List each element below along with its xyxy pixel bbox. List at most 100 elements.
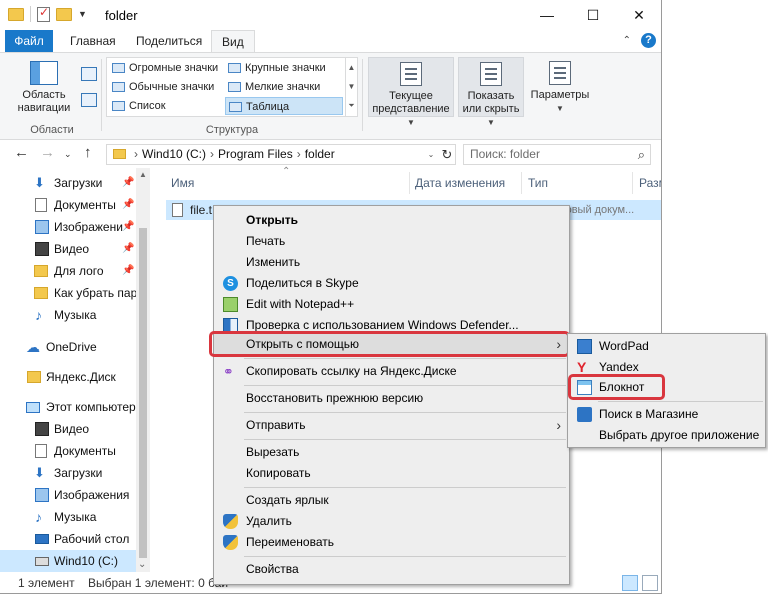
layout-large-icons[interactable]: Крупные значки <box>225 59 326 77</box>
back-arrow-icon[interactable]: ← <box>14 144 29 161</box>
qat-dropdown-icon[interactable]: ▼ <box>78 9 87 19</box>
maximize-button[interactable]: ☐ <box>570 0 616 30</box>
menu-item-copy[interactable]: Копировать <box>214 463 569 484</box>
layout-extra-large-icons[interactable]: Огромные значки <box>109 59 218 77</box>
layout-gallery-scroll[interactable]: ▲ ▼ ⏷ <box>345 58 357 116</box>
nav-item-logo-folder[interactable]: Для лого 📌 <box>0 260 134 282</box>
menu-item-create-shortcut[interactable]: Создать ярлык <box>214 490 569 511</box>
column-divider[interactable] <box>409 172 410 194</box>
nav-item-desktop[interactable]: Рабочий стол <box>0 528 129 550</box>
breadcrumb-program-files[interactable]: Program Files <box>218 147 293 161</box>
folder-icon <box>34 265 48 277</box>
layout-medium-icons[interactable]: Обычные значки <box>109 78 214 96</box>
nav-item-label: OneDrive <box>46 340 97 354</box>
show-hide-button[interactable]: Показать или скрыть ▼ <box>458 57 524 127</box>
menu-item-notepadpp[interactable]: Edit with Notepad++ <box>214 294 569 315</box>
nav-item-pc-music[interactable]: ♪ Музыка <box>0 506 96 528</box>
breadcrumb-folder[interactable]: folder <box>305 147 335 161</box>
tab-file[interactable]: Файл <box>5 30 53 52</box>
tab-home[interactable]: Главная <box>60 30 126 52</box>
menu-item-edit[interactable]: Изменить <box>214 252 569 273</box>
highlight-open-with <box>209 331 570 357</box>
up-arrow-icon[interactable]: ↑ <box>84 144 92 161</box>
help-icon[interactable]: ? <box>641 33 656 48</box>
skype-icon: S <box>223 276 238 291</box>
layout-small-icons[interactable]: Мелкие значки <box>225 78 320 96</box>
submenu-item-store-search[interactable]: Поиск в Магазине <box>568 404 765 425</box>
nav-item-pictures[interactable]: Изображени 📌 <box>0 216 134 238</box>
recent-locations-icon[interactable]: ⌄ <box>64 149 72 160</box>
menu-item-delete[interactable]: Удалить <box>214 511 569 532</box>
selection-info: Выбран 1 элемент: 0 бай <box>88 576 229 590</box>
column-divider[interactable] <box>521 172 522 194</box>
nav-item-label: Для лого <box>54 264 104 278</box>
layout-list[interactable]: Список <box>109 97 166 115</box>
submenu-item-wordpad[interactable]: WordPad <box>568 336 765 357</box>
nav-item-pc-pictures[interactable]: Изображения <box>0 484 129 506</box>
scroll-up-icon[interactable]: ▲ <box>139 170 147 179</box>
nav-item-downloads[interactable]: ⬇ Загрузки 📌 <box>0 172 134 194</box>
menu-item-cut[interactable]: Вырезать <box>214 442 569 463</box>
minimize-button[interactable]: — <box>524 0 570 30</box>
item-count: 1 элемент <box>18 576 75 590</box>
nav-item-drive-c[interactable]: Wind10 (C:) <box>0 550 136 572</box>
video-icon <box>35 242 49 256</box>
menu-item-send-to[interactable]: Отправить › <box>214 415 569 436</box>
column-header-size[interactable]: Разм <box>639 172 661 194</box>
layout-label: Список <box>129 100 166 112</box>
menu-item-properties[interactable]: Свойства <box>214 559 569 580</box>
layout-label: Огромные значки <box>129 62 219 74</box>
large-icons-view-icon[interactable] <box>642 575 658 591</box>
refresh-icon[interactable]: ↻ <box>438 144 456 165</box>
nav-pane-scrollbar[interactable]: ▲ ⌄ <box>136 168 150 572</box>
nav-item-pc-documents[interactable]: Документы <box>0 440 116 462</box>
nav-item-videos[interactable]: Видео 📌 <box>0 238 134 260</box>
properties-icon[interactable] <box>37 5 50 22</box>
new-folder-icon[interactable] <box>56 7 72 21</box>
tab-view[interactable]: Вид <box>211 30 255 52</box>
current-view-button[interactable]: Текущее представление ▼ <box>368 57 454 127</box>
menu-item-yandex-link[interactable]: ⚭ Скопировать ссылку на Яндекс.Диске <box>214 361 569 382</box>
address-dropdown-icon[interactable]: ⌄ <box>424 144 438 165</box>
address-bar[interactable]: › Wind10 (C:) › Program Files › folder <box>106 144 456 165</box>
nav-item-label: Wind10 (C:) <box>54 554 119 568</box>
preview-pane-icon[interactable] <box>81 67 97 81</box>
nav-item-pc-videos[interactable]: Видео <box>0 418 89 440</box>
breadcrumb-drive[interactable]: Wind10 (C:) <box>142 147 206 161</box>
menu-item-rename[interactable]: Переименовать <box>214 532 569 553</box>
nav-item-documents[interactable]: Документы 📌 <box>0 194 134 216</box>
nav-item-parse-folder[interactable]: Как убрать парс <box>0 282 143 304</box>
column-divider[interactable] <box>632 172 633 194</box>
layout-details[interactable]: Таблица <box>225 97 343 115</box>
menu-item-restore[interactable]: Восстановить прежнюю версию <box>214 388 569 409</box>
scrollbar-thumb[interactable] <box>139 228 147 558</box>
forward-arrow-icon[interactable]: → <box>40 144 55 161</box>
nav-item-yandex-disk[interactable]: Яндекс.Диск <box>0 366 116 388</box>
column-header-name[interactable]: Имя <box>171 172 194 194</box>
nav-item-onedrive[interactable]: ☁ OneDrive <box>0 336 97 358</box>
nav-item-pc-downloads[interactable]: ⬇ Загрузки <box>0 462 102 484</box>
pin-icon: 📌 <box>122 177 135 188</box>
column-header-type[interactable]: Тип <box>528 172 548 194</box>
tab-share[interactable]: Поделиться <box>126 30 212 52</box>
options-button[interactable]: Параметры ▼ <box>528 57 592 117</box>
nav-item-music[interactable]: ♪ Музыка <box>0 304 96 326</box>
collapse-ribbon-icon[interactable]: ⌃ <box>623 35 631 46</box>
close-button[interactable]: ✕ <box>616 0 661 30</box>
show-hide-label: Показать или скрыть <box>462 90 520 115</box>
chevron-down-icon: ▼ <box>407 118 415 127</box>
video-icon <box>35 422 49 436</box>
nav-item-this-pc[interactable]: Этот компьютер <box>0 396 136 418</box>
menu-item-open[interactable]: Открыть <box>214 210 569 231</box>
menu-item-share-skype[interactable]: S Поделиться в Skype <box>214 273 569 294</box>
scroll-down-icon[interactable]: ⌄ <box>138 559 146 570</box>
group-label-layout: Структура <box>205 124 259 136</box>
details-view-icon[interactable] <box>622 575 638 591</box>
details-pane-icon[interactable] <box>81 93 97 107</box>
search-input[interactable]: Поиск: folder ⌕ <box>463 144 651 165</box>
submenu-item-choose-app[interactable]: Выбрать другое приложение <box>568 425 765 446</box>
menu-item-print[interactable]: Печать <box>214 231 569 252</box>
column-header-date[interactable]: Дата изменения <box>415 172 505 194</box>
menu-item-label: Edit with Notepad++ <box>246 297 355 311</box>
navigation-pane-button[interactable]: Область навигации <box>10 59 78 115</box>
